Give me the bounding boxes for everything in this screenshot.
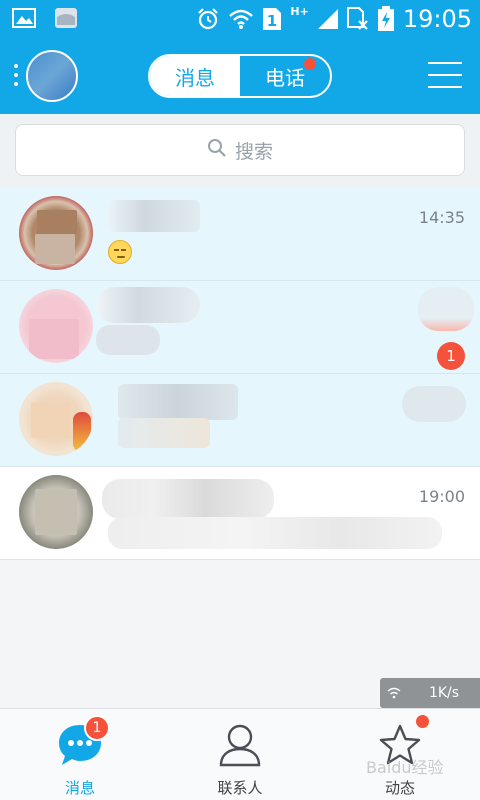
- messages-unread-badge: 1: [84, 715, 110, 741]
- wifi-icon: [380, 687, 408, 699]
- conversation-row[interactable]: [0, 374, 480, 467]
- wifi-icon: [228, 8, 254, 30]
- message-preview-blurred: [118, 418, 210, 448]
- header-segment-control: 消息 电话: [148, 54, 332, 98]
- contact-avatar: [19, 196, 93, 270]
- status-bar: 1 H+ 19:05: [0, 0, 480, 38]
- signal-icon: [317, 8, 339, 30]
- contact-name-blurred: [108, 200, 200, 232]
- battery-charging-icon: [377, 6, 395, 32]
- drawer-indicator-icon[interactable]: [14, 64, 20, 90]
- network-type: H+: [290, 5, 309, 18]
- conversation-time: 19:00: [418, 487, 465, 506]
- nav-messages-label: 消息: [64, 779, 95, 797]
- search-icon: [207, 138, 227, 163]
- sim-card-icon: 1: [262, 7, 282, 31]
- sim-number: 1: [267, 12, 277, 30]
- conversation-time-blurred: [402, 386, 466, 422]
- message-preview-blurred: [108, 517, 442, 549]
- no-sim-icon: [346, 7, 369, 31]
- watermark: Baidu经验: [366, 758, 444, 777]
- conversation-list: 14:35 1 19:00: [0, 188, 480, 560]
- moments-notification-dot: [416, 715, 429, 728]
- search-placeholder: 搜索: [234, 140, 273, 163]
- calls-notification-dot: [304, 58, 316, 70]
- nav-contacts[interactable]: 联系人: [160, 709, 320, 800]
- contact-name-blurred: [96, 287, 200, 323]
- album-notification-icon: [54, 7, 78, 29]
- status-time: 19:05: [402, 5, 472, 33]
- nav-moments-label: 动态: [384, 779, 415, 797]
- contact-avatar: [19, 382, 93, 456]
- unread-badge: 1: [437, 342, 465, 370]
- conversation-row[interactable]: 19:00: [0, 467, 480, 560]
- alarm-icon: [196, 7, 220, 31]
- conversation-time-blurred: [418, 287, 474, 331]
- nav-messages[interactable]: 消息 1: [0, 709, 160, 800]
- search-area: 搜索: [0, 114, 480, 188]
- contacts-person-icon: [217, 723, 263, 771]
- network-speed-text: 1K/s: [428, 685, 460, 701]
- nav-contacts-label: 联系人: [217, 779, 263, 797]
- tab-calls[interactable]: 电话: [240, 56, 330, 96]
- search-input[interactable]: 搜索: [15, 124, 465, 176]
- tab-messages[interactable]: 消息: [150, 56, 240, 96]
- conversation-row[interactable]: 14:35: [0, 188, 480, 281]
- conversation-row[interactable]: 1: [0, 281, 480, 374]
- network-speed-overlay: 1K/s: [380, 678, 480, 708]
- contact-avatar: [19, 475, 93, 549]
- menu-icon[interactable]: [428, 62, 462, 90]
- gallery-notification-icon: [12, 7, 36, 29]
- contact-name-blurred: [102, 479, 274, 519]
- unamused-emoji-icon: [108, 240, 132, 264]
- message-preview-blurred: [96, 325, 160, 355]
- my-avatar[interactable]: [26, 50, 78, 102]
- contact-avatar: [19, 289, 93, 363]
- app-header: 消息 电话: [0, 38, 480, 114]
- conversation-time: 14:35: [418, 208, 465, 227]
- contact-name-blurred: [118, 384, 238, 420]
